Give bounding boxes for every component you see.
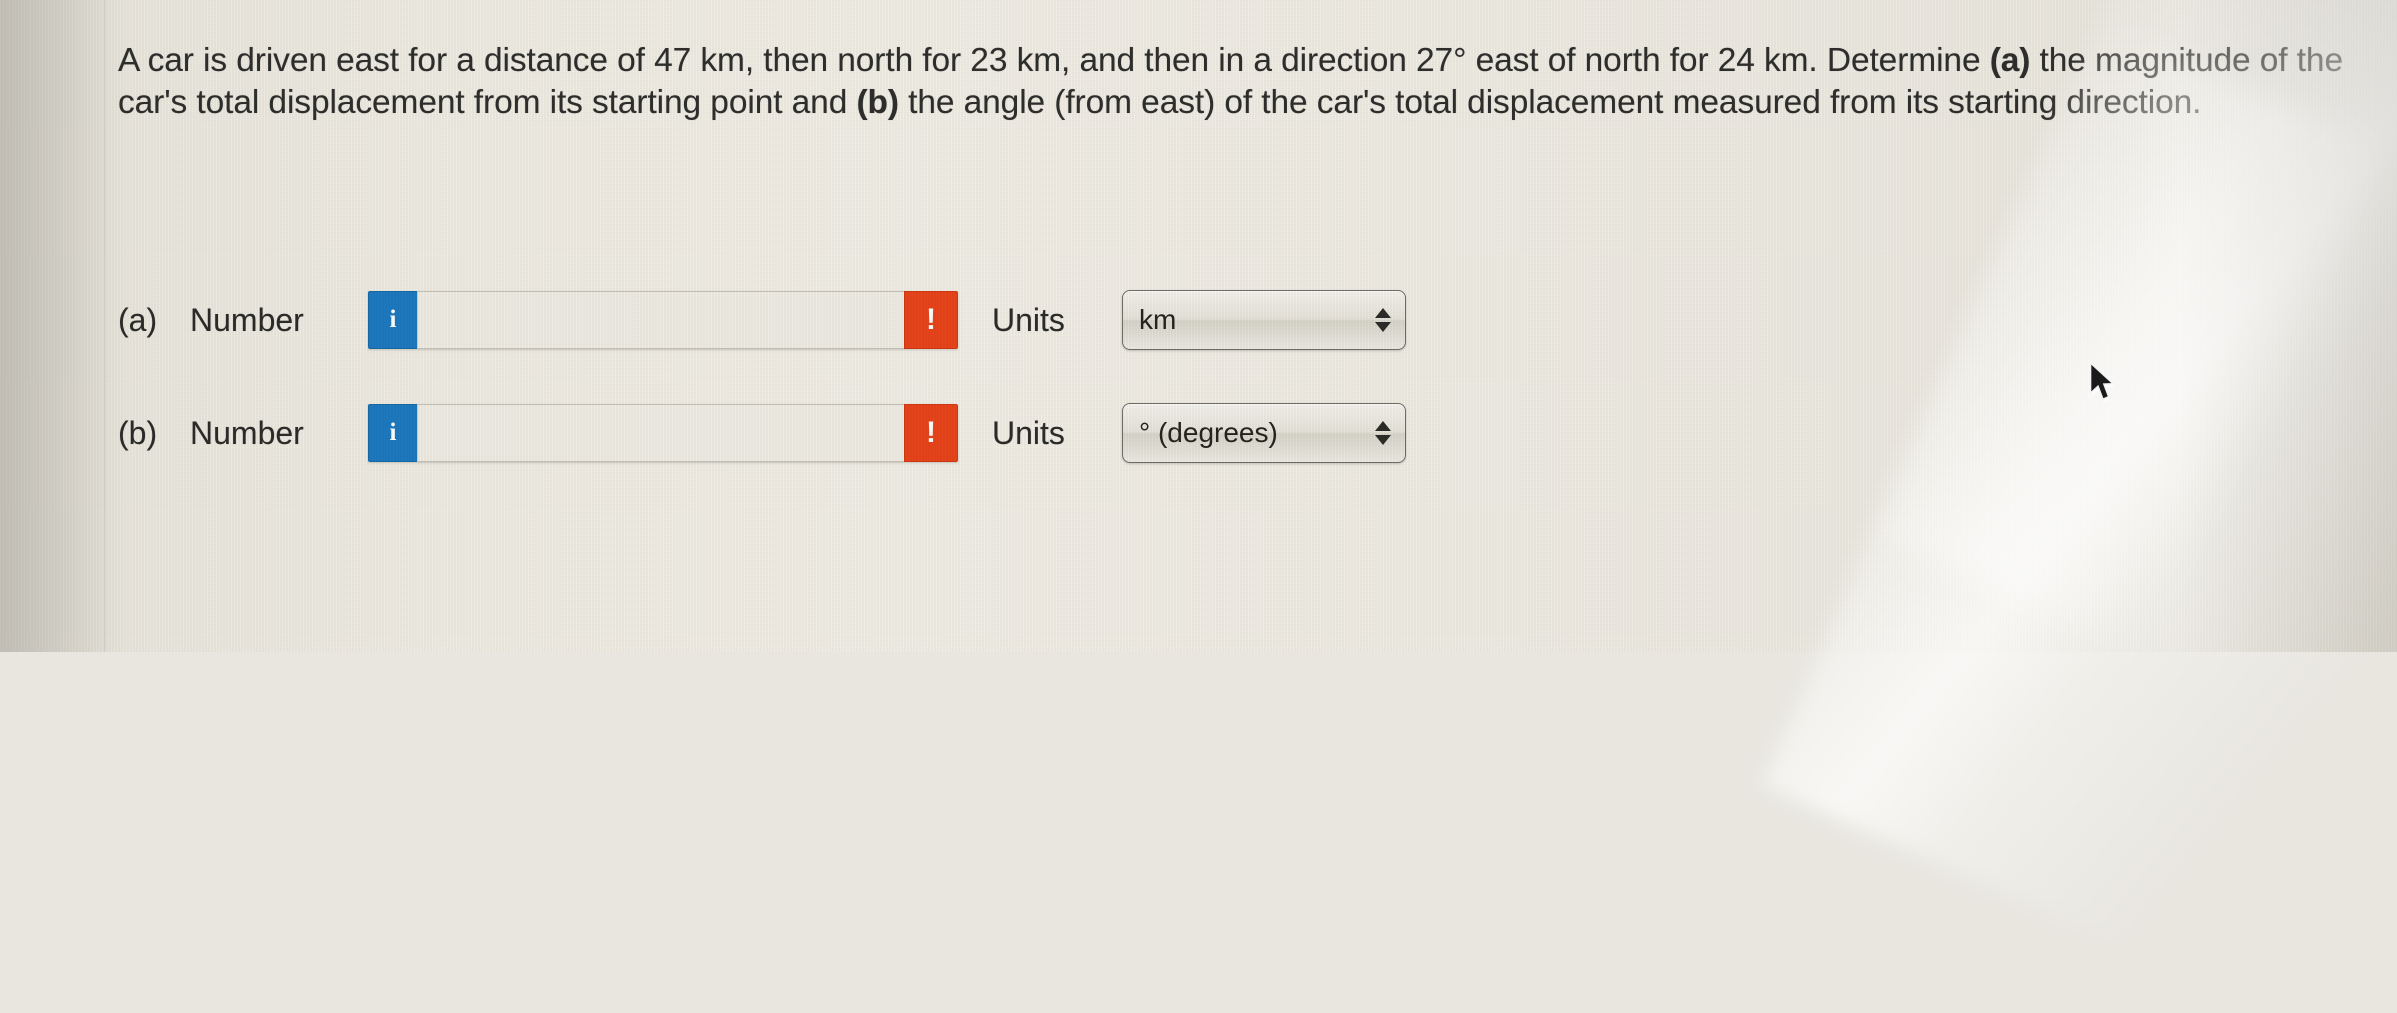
units-label-b: Units [992, 414, 1065, 451]
screen-photo: A car is driven east for a distance of 4… [0, 0, 2397, 1013]
alert-icon[interactable]: ! [904, 291, 958, 349]
answer-input-b[interactable] [417, 404, 904, 462]
unit-select-b[interactable]: ° (degrees) [1122, 403, 1406, 463]
info-icon[interactable]: i [368, 291, 417, 349]
unit-select-a[interactable]: km [1122, 290, 1406, 350]
answer-field-group-a: i ! [368, 291, 958, 349]
unit-select-b-value: ° (degrees) [1139, 417, 1278, 448]
question-text: A car is driven east for a distance of 4… [118, 40, 2383, 124]
answer-field-group-b: i ! [368, 404, 958, 462]
chevron-updown-icon [1375, 308, 1391, 332]
number-label-a: Number [190, 301, 304, 338]
question-part-a-marker: (a) [1989, 42, 2031, 79]
question-segment-3: the angle (from east) of the car's total… [898, 84, 2202, 121]
number-label-b: Number [190, 414, 304, 451]
answer-row-b: (b) Number i ! Units ° (degrees) [118, 403, 1406, 463]
question-segment-1: A car is driven east for a distance of 4… [118, 42, 1990, 79]
part-label-a: (a) [118, 301, 158, 338]
question-part-b-marker: (b) [856, 84, 899, 121]
chevron-updown-icon [1375, 421, 1391, 445]
answer-row-a: (a) Number i ! Units km [118, 290, 1406, 350]
question-panel: A car is driven east for a distance of 4… [0, 0, 2397, 652]
answer-input-a[interactable] [417, 291, 904, 349]
unit-select-a-value: km [1139, 304, 1177, 335]
part-label-b: (b) [118, 414, 158, 451]
info-icon[interactable]: i [368, 404, 417, 462]
alert-icon[interactable]: ! [904, 404, 958, 462]
units-label-a: Units [992, 301, 1065, 338]
